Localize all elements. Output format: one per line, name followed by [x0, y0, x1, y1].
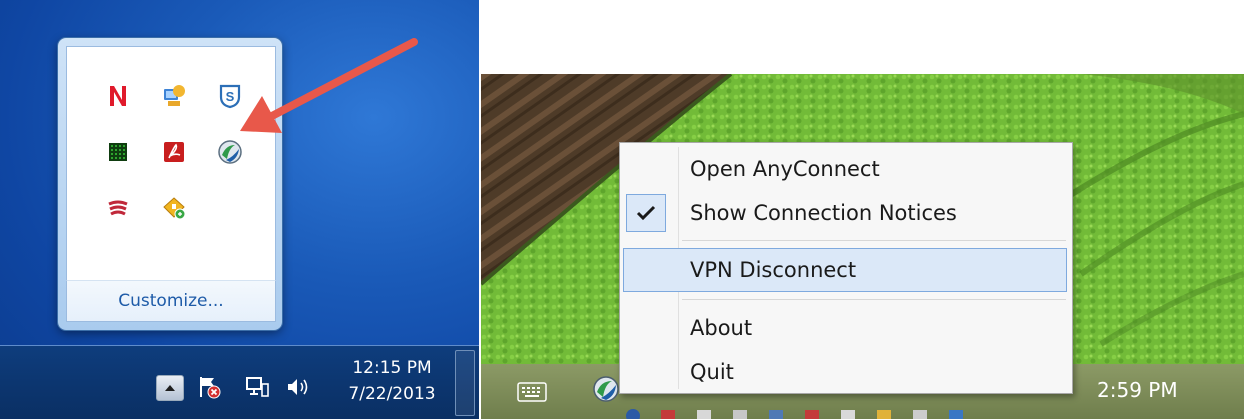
- menu-separator: [682, 299, 1066, 300]
- anyconnect-context-menu: Open AnyConnect Show Connection Notices …: [619, 142, 1073, 394]
- menu-item-label: About: [690, 316, 753, 340]
- menu-item-label: VPN Disconnect: [690, 258, 857, 282]
- taskbar-clock[interactable]: 12:15 PM 7/22/2013: [336, 356, 448, 408]
- chevron-up-icon: [165, 385, 175, 391]
- checked-indicator: [626, 194, 666, 232]
- menu-item-quit[interactable]: Quit: [624, 351, 1066, 393]
- menu-item-vpn-disconnect[interactable]: VPN Disconnect: [623, 248, 1067, 292]
- menu-item-about[interactable]: About: [624, 307, 1066, 349]
- taskbar-icon-strip: [621, 404, 1061, 419]
- menu-item-label: Show Connection Notices: [690, 201, 957, 225]
- anyconnect-tray-icon[interactable]: [591, 374, 621, 404]
- show-hidden-icons-button[interactable]: [156, 375, 184, 401]
- touch-keyboard-icon[interactable]: [517, 382, 547, 402]
- clock-date: 7/22/2013: [348, 384, 436, 404]
- show-desktop-button[interactable]: [455, 350, 475, 416]
- menu-item-label: Open AnyConnect: [690, 157, 880, 181]
- menu-item-show-connection-notices[interactable]: Show Connection Notices: [624, 192, 1066, 234]
- volume-icon[interactable]: [284, 374, 312, 400]
- menu-separator: [682, 240, 1066, 241]
- win7-taskbar: 12:15 PM 7/22/2013: [0, 345, 479, 419]
- action-center-flag-icon[interactable]: [196, 374, 222, 400]
- checkmark-icon: [636, 205, 656, 221]
- network-icon[interactable]: [244, 374, 270, 400]
- menu-item-label: Quit: [690, 360, 734, 384]
- taskbar-clock[interactable]: 2:59 PM: [1097, 378, 1178, 402]
- win7-desktop: S Customize... 12:15 PM 7/22/2013: [0, 0, 479, 419]
- clock-time: 12:15 PM: [352, 358, 432, 378]
- menu-item-open-anyconnect[interactable]: Open AnyConnect: [624, 148, 1066, 190]
